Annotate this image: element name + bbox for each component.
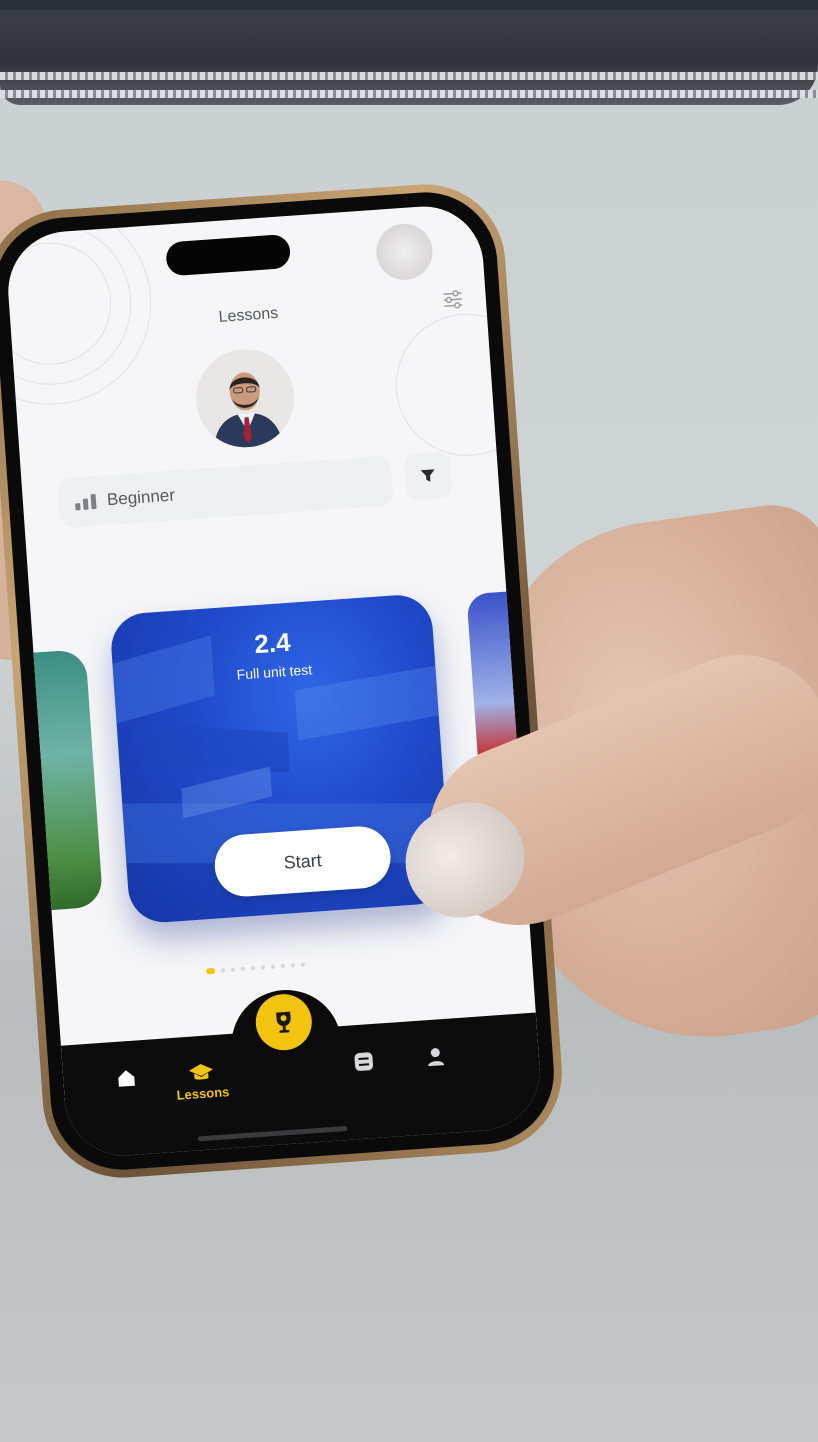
zipper-lower (0, 90, 818, 98)
trophy-icon (276, 1011, 291, 1033)
filter-button[interactable] (403, 451, 453, 501)
tab-lessons[interactable]: Lessons (174, 1060, 230, 1103)
carousel-dot[interactable] (270, 964, 276, 969)
zipper-upper (0, 72, 818, 80)
start-button[interactable]: Start (212, 824, 393, 899)
level-bars-icon (75, 493, 98, 511)
tab-home[interactable] (115, 1067, 138, 1090)
phone-frame: Lessons Beginner 2.4 Full unit test Star… (0, 179, 568, 1183)
dynamic-island (165, 233, 292, 277)
app-screen: Lessons Beginner 2.4 Full unit test Star… (4, 202, 544, 1160)
topo-decoration (391, 309, 543, 461)
card-art (146, 723, 291, 773)
carousel-dot[interactable] (220, 968, 226, 973)
tab-profile[interactable] (424, 1045, 447, 1068)
lesson-card-previous[interactable] (4, 649, 104, 913)
level-selector[interactable]: Beginner (57, 455, 395, 529)
lesson-card-current[interactable]: 2.4 Full unit test Start (109, 592, 452, 925)
settings-sliders-icon[interactable] (441, 288, 464, 311)
teacher-avatar[interactable] (192, 346, 298, 451)
carousel-indicator (205, 962, 305, 975)
tab-checklist[interactable] (352, 1050, 375, 1073)
level-label: Beginner (106, 485, 176, 510)
top-bar (0, 0, 818, 10)
carousel-dot[interactable] (260, 965, 266, 970)
home-icon (118, 1070, 135, 1087)
camera-reflection (374, 221, 435, 282)
carousel-dot[interactable] (300, 962, 305, 967)
carousel-dot[interactable] (280, 963, 286, 969)
carousel-dot[interactable] (250, 966, 256, 971)
carousel-dot[interactable] (230, 967, 236, 972)
funnel-icon (420, 469, 435, 482)
carousel-dot[interactable] (240, 966, 246, 971)
profile-icon (428, 1048, 445, 1067)
carousel-dot[interactable] (290, 963, 296, 968)
phone-bezel: Lessons Beginner 2.4 Full unit test Star… (0, 187, 559, 1175)
carousel-dot-active[interactable] (205, 967, 216, 975)
background-bag (0, 10, 818, 105)
graduation-cap-icon (189, 1064, 214, 1080)
checklist-icon (354, 1052, 374, 1071)
